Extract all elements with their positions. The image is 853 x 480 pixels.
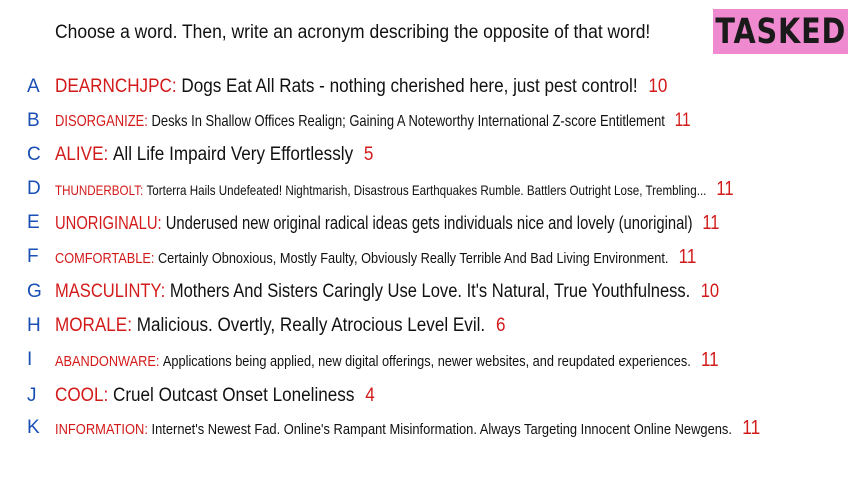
answer-word: ALIVE: [55, 144, 109, 165]
answer-score: 11 [674, 110, 691, 131]
answer-acronym: Underused new original radical ideas get… [165, 212, 693, 233]
answer-row-a: A DEARNCHJPC: Dogs Eat All Rats - nothin… [0, 72, 853, 102]
answer-acronym: Mothers And Sisters Caringly Use Love. I… [169, 281, 691, 302]
answer-word: THUNDERBOLT: [55, 181, 144, 198]
answer-row-j: J COOL: Cruel Outcast Onset Loneliness 4 [0, 381, 853, 411]
answer-score: 5 [363, 144, 374, 165]
row-letter: C [27, 144, 41, 165]
row-letter: A [27, 76, 40, 97]
row-letter: E [27, 212, 40, 233]
answer-word: COOL: [55, 385, 109, 406]
answer-acronym: Desks In Shallow Offices Realign; Gainin… [151, 113, 665, 130]
row-letter: H [27, 315, 41, 336]
answer-row-k: K INFORMATION: Internet's Newest Fad. On… [0, 413, 853, 443]
answer-score: 6 [495, 315, 506, 336]
row-letter: K [27, 417, 40, 438]
row-letter: G [27, 281, 42, 302]
row-letter: J [27, 385, 37, 406]
tasked-logo: TASKED [713, 9, 848, 54]
answer-score: 4 [365, 385, 375, 406]
answer-score: 11 [716, 177, 734, 200]
answer-row-c: C ALIVE: All Life Impaird Very Effortles… [0, 140, 853, 170]
row-letter: F [27, 246, 39, 267]
answer-row-g: G MASCULINTY: Mothers And Sisters Caring… [0, 277, 853, 307]
answer-word: DEARNCHJPC: [55, 76, 177, 97]
row-letter: D [27, 178, 41, 199]
answer-acronym: Internet's Newest Fad. Online's Rampant … [151, 420, 732, 438]
answer-row-d: D THUNDERBOLT: Torterra Hails Undefeated… [0, 174, 853, 204]
answer-acronym: Torterra Hails Undefeated! Nightmarish, … [146, 181, 707, 198]
answer-row-h: H MORALE: Malicious. Overtly, Really Atr… [0, 311, 853, 341]
answer-word: DISORGANIZE: [55, 113, 148, 130]
answer-score: 10 [700, 281, 720, 302]
answer-score: 11 [678, 245, 697, 268]
row-letter: I [27, 349, 33, 370]
answer-word: ABANDONWARE: [55, 352, 160, 370]
answer-word: MASCULINTY: [55, 281, 166, 302]
answer-acronym: Dogs Eat All Rats - nothing cherished he… [181, 76, 638, 97]
answer-score: 11 [702, 211, 720, 234]
answer-word: UNORIGINALU: [55, 212, 162, 233]
logo-text: TASKED [715, 11, 846, 52]
answer-score: 10 [648, 76, 668, 97]
answer-row-b: B DISORGANIZE: Desks In Shallow Offices … [0, 106, 853, 136]
prompt-text: Choose a word. Then, write an acronym de… [55, 22, 651, 43]
answer-acronym: Certainly Obnoxious, Mostly Faulty, Obvi… [157, 249, 669, 267]
answer-score: 11 [742, 416, 761, 439]
answer-row-f: F COMFORTABLE: Certainly Obnoxious, Most… [0, 242, 853, 272]
answer-word: MORALE: [55, 315, 132, 336]
answer-acronym: Malicious. Overtly, Really Atrocious Lev… [136, 315, 486, 336]
answer-row-e: E UNORIGINALU: Underused new original ra… [0, 208, 853, 238]
answer-acronym: All Life Impaird Very Effortlessly [112, 144, 354, 165]
answer-acronym: Cruel Outcast Onset Loneliness [112, 385, 355, 406]
row-letter: B [27, 110, 40, 131]
answer-word: INFORMATION: [55, 420, 148, 438]
answer-score: 11 [700, 348, 719, 371]
answer-word: COMFORTABLE: [55, 249, 155, 267]
answer-acronym: Applications being applied, new digital … [162, 352, 691, 370]
answer-row-i: I ABANDONWARE: Applications being applie… [0, 345, 853, 375]
